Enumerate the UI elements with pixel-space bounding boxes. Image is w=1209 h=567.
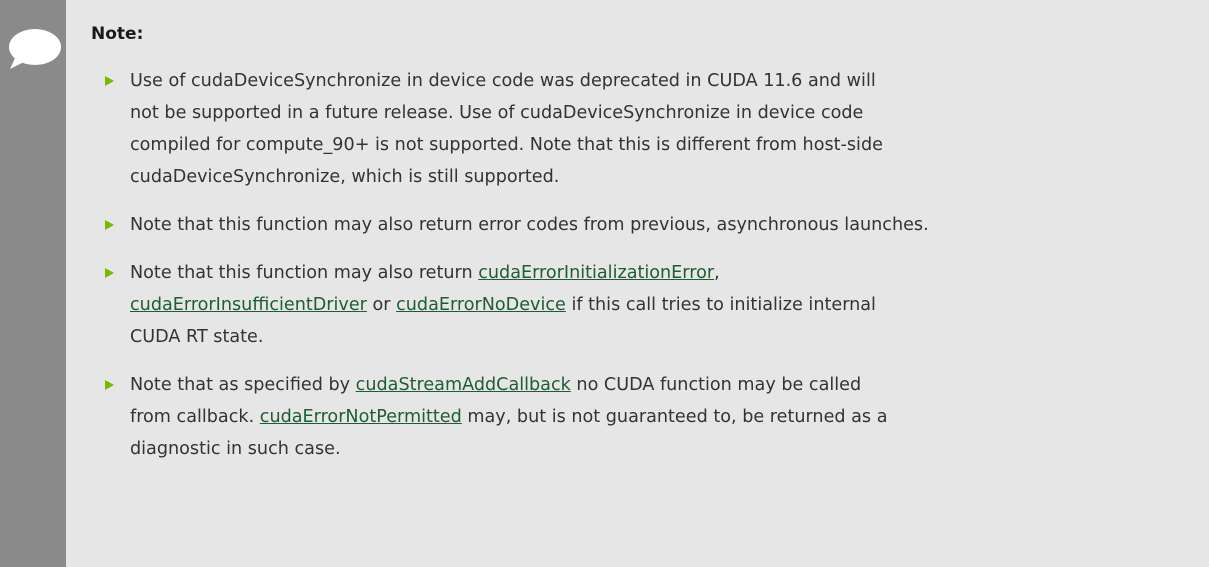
note-text: Note that this function may also return	[130, 263, 479, 283]
note-text: ,	[714, 263, 720, 283]
bullet-arrow-icon	[105, 76, 114, 86]
speech-bubble-icon	[9, 29, 61, 69]
bullet-arrow-icon	[105, 380, 114, 390]
note-text: no CUDA function may be called	[570, 375, 862, 395]
list-item: Note that this function may also return …	[91, 257, 1201, 353]
bullet-arrow-icon	[105, 268, 114, 278]
list-item: Note that this function may also return …	[91, 209, 1201, 241]
note-text: CUDA RT state.	[130, 327, 264, 347]
note-text: or	[366, 295, 397, 315]
note-text-line: not be supported in a future release. Us…	[130, 103, 864, 123]
note-text-line: compiled for compute_90+ is not supporte…	[130, 135, 883, 155]
note-text-line: cudaDeviceSynchronize, which is still su…	[130, 167, 560, 187]
link-cudaErrorNotPermitted[interactable]: cudaErrorNotPermitted	[260, 407, 462, 427]
list-item: Note that as specified by cudaStreamAddC…	[91, 369, 1201, 465]
bullet-arrow-icon	[105, 220, 114, 230]
note-text: Note that as specified by	[130, 375, 356, 395]
note-text-line: Use of cudaDeviceSynchronize in device c…	[130, 71, 876, 91]
note-text: from callback.	[130, 407, 260, 427]
note-text-line: Note that this function may also return …	[130, 215, 929, 235]
note-text: may, but is not guaranteed to, be return…	[461, 407, 888, 427]
link-cudaErrorInsufficientDriver[interactable]: cudaErrorInsufficientDriver	[130, 295, 367, 315]
link-cudaErrorInitializationError[interactable]: cudaErrorInitializationError	[478, 263, 714, 283]
note-text: if this call tries to initialize interna…	[565, 295, 876, 315]
link-cudaStreamAddCallback[interactable]: cudaStreamAddCallback	[356, 375, 571, 395]
note-list: Use of cudaDeviceSynchronize in device c…	[91, 65, 1201, 481]
note-text: diagnostic in such case.	[130, 439, 341, 459]
note-admonition: Note: Use of cudaDeviceSynchronize in de…	[0, 0, 1209, 567]
note-icon-rail	[0, 0, 66, 567]
list-item: Use of cudaDeviceSynchronize in device c…	[91, 65, 1201, 193]
note-title: Note:	[91, 24, 144, 44]
link-cudaErrorNoDevice[interactable]: cudaErrorNoDevice	[396, 295, 566, 315]
